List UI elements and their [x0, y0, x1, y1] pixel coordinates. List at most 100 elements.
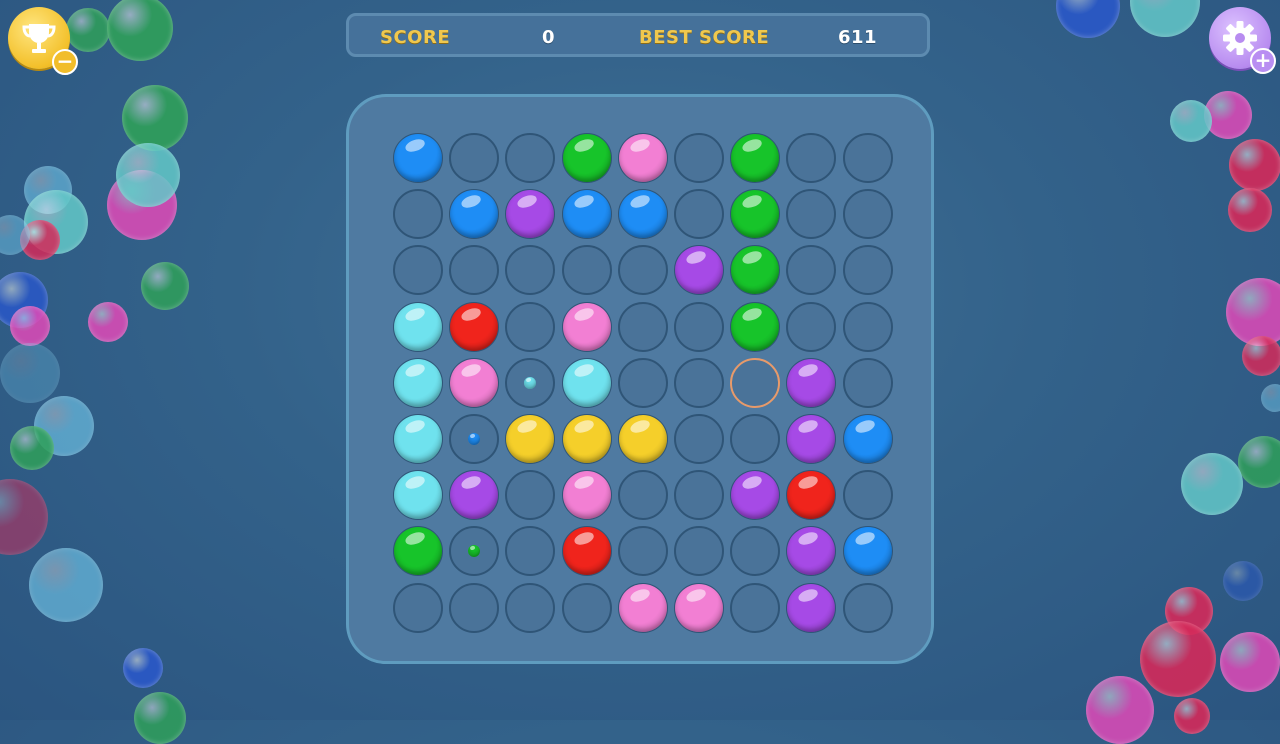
purple-ball[interactable]	[450, 471, 498, 519]
board-cell[interactable]	[505, 133, 555, 183]
board-cell-selected[interactable]	[730, 358, 780, 408]
board-cell[interactable]	[618, 133, 668, 183]
red-ball[interactable]	[450, 303, 498, 351]
board-cell[interactable]	[674, 245, 724, 295]
board-cell[interactable]	[449, 358, 499, 408]
board-cell[interactable]	[618, 414, 668, 464]
red-ball[interactable]	[563, 527, 611, 575]
cyan-ball[interactable]	[394, 471, 442, 519]
board-cell[interactable]	[730, 245, 780, 295]
board-cell[interactable]	[618, 189, 668, 239]
board-cell[interactable]	[674, 358, 724, 408]
board-cell[interactable]	[674, 133, 724, 183]
board-cell[interactable]	[393, 583, 443, 633]
board-cell[interactable]	[618, 583, 668, 633]
board-cell[interactable]	[730, 189, 780, 239]
pink-ball[interactable]	[450, 359, 498, 407]
board-cell[interactable]	[786, 358, 836, 408]
board-cell[interactable]	[449, 414, 499, 464]
blue-ball[interactable]	[844, 415, 892, 463]
green-ball[interactable]	[731, 190, 779, 238]
board-cell[interactable]	[449, 526, 499, 576]
board-cell[interactable]	[618, 302, 668, 352]
red-ball[interactable]	[787, 471, 835, 519]
purple-ball[interactable]	[787, 527, 835, 575]
board-cell[interactable]	[562, 414, 612, 464]
blue-ball[interactable]	[394, 134, 442, 182]
board-cell[interactable]	[505, 245, 555, 295]
green-ball[interactable]	[394, 527, 442, 575]
board-cell[interactable]	[449, 583, 499, 633]
pink-ball[interactable]	[619, 134, 667, 182]
board-cell[interactable]	[786, 302, 836, 352]
board-cell[interactable]	[618, 470, 668, 520]
pink-ball[interactable]	[675, 584, 723, 632]
cyan-ball[interactable]	[394, 303, 442, 351]
blue-ball[interactable]	[619, 190, 667, 238]
blue-ball[interactable]	[450, 190, 498, 238]
board-cell[interactable]	[562, 189, 612, 239]
purple-ball[interactable]	[787, 415, 835, 463]
board-cell[interactable]	[393, 189, 443, 239]
board-cell[interactable]	[786, 526, 836, 576]
board-cell[interactable]	[562, 245, 612, 295]
board-cell[interactable]	[730, 526, 780, 576]
board-cell[interactable]	[674, 189, 724, 239]
board-cell[interactable]	[786, 189, 836, 239]
cyan-ball[interactable]	[394, 359, 442, 407]
cyan-ball[interactable]	[394, 415, 442, 463]
board-cell[interactable]	[505, 583, 555, 633]
board-cell[interactable]	[505, 414, 555, 464]
board-cell[interactable]	[393, 133, 443, 183]
board-cell[interactable]	[449, 133, 499, 183]
blue-ball[interactable]	[563, 190, 611, 238]
pink-ball[interactable]	[563, 303, 611, 351]
board-cell[interactable]	[393, 302, 443, 352]
board-cell[interactable]	[674, 414, 724, 464]
board-cell[interactable]	[843, 358, 893, 408]
board-cell[interactable]	[674, 302, 724, 352]
board-cell[interactable]	[393, 358, 443, 408]
green-ball[interactable]	[563, 134, 611, 182]
board-cell[interactable]	[674, 526, 724, 576]
board-cell[interactable]	[618, 245, 668, 295]
board-cell[interactable]	[730, 302, 780, 352]
board-cell[interactable]	[786, 583, 836, 633]
board-cell[interactable]	[786, 414, 836, 464]
board-cell[interactable]	[730, 414, 780, 464]
board-cell[interactable]	[562, 526, 612, 576]
purple-ball[interactable]	[787, 584, 835, 632]
board-cell[interactable]	[843, 583, 893, 633]
board-cell[interactable]	[562, 302, 612, 352]
board-cell[interactable]	[562, 470, 612, 520]
board-cell[interactable]	[562, 133, 612, 183]
plus-button[interactable]: +	[1250, 48, 1276, 74]
board-cell[interactable]	[843, 526, 893, 576]
board-cell[interactable]	[505, 526, 555, 576]
board-cell[interactable]	[730, 133, 780, 183]
board-cell[interactable]	[449, 245, 499, 295]
green-ball[interactable]	[731, 303, 779, 351]
board-cell[interactable]	[843, 189, 893, 239]
purple-ball[interactable]	[787, 359, 835, 407]
board-cell[interactable]	[449, 189, 499, 239]
board-cell[interactable]	[449, 302, 499, 352]
board-cell[interactable]	[505, 358, 555, 408]
board-cell[interactable]	[786, 245, 836, 295]
board-cell[interactable]	[393, 245, 443, 295]
green-ball[interactable]	[731, 246, 779, 294]
pink-ball[interactable]	[619, 584, 667, 632]
board-cell[interactable]	[843, 245, 893, 295]
board-cell[interactable]	[674, 583, 724, 633]
purple-ball[interactable]	[506, 190, 554, 238]
board-cell[interactable]	[449, 470, 499, 520]
green-ball[interactable]	[731, 134, 779, 182]
board-cell[interactable]	[393, 414, 443, 464]
board-cell[interactable]	[730, 470, 780, 520]
cyan-ball[interactable]	[563, 359, 611, 407]
blue-ball[interactable]	[844, 527, 892, 575]
board-cell[interactable]	[505, 470, 555, 520]
board-cell[interactable]	[505, 302, 555, 352]
board-cell[interactable]	[393, 526, 443, 576]
board-cell[interactable]	[843, 414, 893, 464]
